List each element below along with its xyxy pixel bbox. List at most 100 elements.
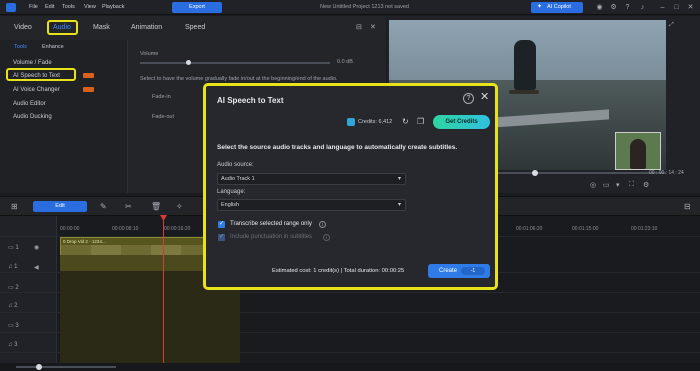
audio-track-3-icon: ♫ 3 (8, 342, 18, 348)
dialog-title: AI Speech to Text (217, 96, 284, 105)
mute-icon[interactable]: ◀ (34, 264, 39, 271)
help-icon[interactable]: ? (463, 93, 474, 104)
sidebar-item-volume-fade[interactable]: Volume / Fade (13, 60, 52, 66)
close-window-icon[interactable]: ✕ (686, 3, 695, 12)
sidebar-item-ai-voice-changer[interactable]: AI Voice Changer (13, 87, 60, 93)
video-track-icon: ▭ 1 (8, 245, 19, 251)
pin-icon[interactable]: ⊟ (356, 23, 362, 31)
audio-source-label: Audio source: (217, 162, 254, 168)
subtab-enhance[interactable]: Enhance (42, 44, 64, 50)
title-bar: File Edit Tools View Playback Export New… (0, 0, 700, 15)
expand-preview-icon[interactable]: ⤢ (669, 22, 674, 29)
skateboard (509, 90, 539, 94)
new-badge (83, 87, 94, 92)
user-icon[interactable]: ◉ (595, 3, 604, 12)
timecode-label: 00:00:08:10 (112, 226, 139, 232)
timeline-zoom-bar (0, 363, 700, 371)
playhead[interactable] (163, 218, 164, 363)
menu-view[interactable]: View (84, 4, 96, 10)
preview-timecode: 00 : 00 : 14 : 24 (649, 170, 684, 176)
marker-icon[interactable]: ✧ (176, 201, 183, 212)
sidebar-item-audio-editor[interactable]: Audio Editor (13, 101, 46, 107)
refresh-icon[interactable]: ↻ (402, 117, 409, 126)
help-icon[interactable]: ? (623, 3, 632, 12)
volume-slider-knob[interactable] (186, 60, 191, 65)
snapshot-icon[interactable]: ◎ (590, 181, 596, 189)
bell-icon[interactable]: ♪ (638, 3, 647, 12)
tab-animation[interactable]: Animation (131, 24, 162, 31)
gear-icon[interactable]: ⚙ (609, 3, 618, 12)
scrubber-knob[interactable] (532, 170, 538, 176)
menu-file[interactable]: File (29, 4, 38, 10)
language-label: Language: (217, 189, 246, 195)
video-track-2-icon: ▭ 2 (8, 285, 19, 291)
get-credits-button[interactable]: Get Credits (433, 115, 490, 129)
ai-copilot-button[interactable]: ✦ AI Copilot (531, 2, 583, 13)
maximize-icon[interactable]: □ (672, 3, 681, 12)
fullscreen-icon[interactable]: ⛶ (629, 181, 634, 189)
volume-slider[interactable] (140, 62, 330, 64)
fade-out-label: Fade-out (152, 114, 175, 120)
display-icon[interactable]: ▭ (603, 181, 610, 189)
pen-icon[interactable]: ✎ (100, 201, 107, 212)
chevron-down-icon: ▾ (397, 176, 401, 182)
video-track-3-icon: ▭ 3 (8, 323, 19, 329)
timecode-label: 00:01:23:10 (631, 226, 658, 232)
edit-button[interactable]: Edit (33, 201, 87, 212)
subtab-tools[interactable]: Tools (14, 44, 27, 50)
timecode-label: 00:01:15:00 (572, 226, 599, 232)
volume-label: Volume (140, 51, 159, 57)
tab-video[interactable]: Video (14, 24, 32, 31)
menu-tools[interactable]: Tools (62, 4, 75, 10)
person-figure (630, 139, 646, 169)
info-icon[interactable]: i (319, 221, 326, 228)
minimize-icon[interactable]: – (658, 3, 667, 12)
fade-in-label: Fade-in (152, 94, 171, 100)
zoom-knob[interactable] (36, 364, 42, 370)
sidebar-item-audio-ducking[interactable]: Audio Ducking (13, 114, 52, 120)
audio-source-value: Audio Track 1 (221, 176, 255, 182)
audio-source-select[interactable]: Audio Track 1 ▾ (217, 173, 406, 185)
quality-icon[interactable]: ▾ (616, 181, 620, 189)
zoom-slider[interactable] (16, 366, 116, 368)
webcam-overlay (615, 132, 661, 170)
volume-value: 0.0 dB (337, 59, 353, 65)
timecode-label: 00:01:06:20 (516, 226, 543, 232)
app-logo-icon (6, 3, 16, 12)
new-badge (83, 73, 94, 78)
timecode-label: 00:00:00 (60, 226, 80, 232)
tab-mask[interactable]: Mask (93, 24, 110, 31)
trash-icon[interactable]: 🗑 (151, 201, 161, 212)
track-headers: ▭ 1 ◉ ♫ 1 ◀ ▭ 2 ♫ 2 ▭ 3 ♫ 3 (0, 216, 57, 363)
language-value: English (221, 202, 240, 208)
visibility-icon[interactable]: ◉ (34, 244, 39, 251)
transcribe-range-label: Transcribe selected range only (230, 221, 312, 227)
close-icon[interactable]: ✕ (480, 92, 489, 103)
import-icon[interactable]: ⊞ (11, 201, 18, 212)
audio-track-2-icon: ♫ 2 (8, 303, 18, 309)
fade-hint: Select to have the volume gradually fade… (140, 76, 338, 82)
menu-playback[interactable]: Playback (102, 4, 124, 10)
transcribe-range-checkbox[interactable]: ✓ (218, 221, 225, 228)
dialog-description: Select the source audio tracks and langu… (217, 144, 458, 151)
gift-icon[interactable]: ❐ (417, 117, 424, 126)
close-panel-icon[interactable]: ✕ (370, 23, 376, 31)
chevron-down-icon: ▾ (397, 202, 401, 208)
credits-icon (347, 118, 355, 126)
ai-speech-to-text-dialog: AI Speech to Text ? ✕ Credits: 6,412 ↻ ❐… (203, 83, 498, 290)
export-button[interactable]: Export (172, 2, 222, 13)
scissors-icon[interactable]: ✂ (125, 201, 132, 212)
sparkle-icon: ✦ (537, 4, 543, 10)
ai-copilot-label: AI Copilot (547, 4, 571, 10)
create-label: Create (439, 268, 458, 274)
create-button[interactable]: Create -1 (428, 264, 490, 278)
language-select[interactable]: English ▾ (217, 199, 406, 211)
timecode-label: 00:00:16:20 (164, 226, 191, 232)
timeline-settings-icon[interactable]: ⊟ (684, 201, 691, 212)
ai-speech-to-text-highlight (6, 68, 76, 81)
clip-label: 0 Drop Vid 2 - 1234... (63, 239, 106, 244)
tab-audio-highlight (47, 20, 78, 35)
menu-edit[interactable]: Edit (45, 4, 54, 10)
preview-settings-icon[interactable]: ⚙ (643, 181, 649, 189)
tab-speed[interactable]: Speed (185, 24, 205, 31)
